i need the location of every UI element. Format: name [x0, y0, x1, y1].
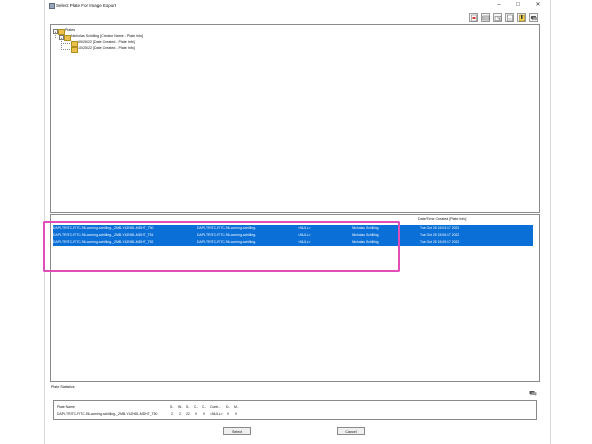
- stats-cell: 2: [179, 412, 181, 416]
- plate-icon[interactable]: [481, 13, 490, 22]
- plate-statistics-panel: Plate Name S.. W.. S.. C.. C.. Contr... …: [53, 400, 537, 420]
- tree-node-date[interactable]: 10/25/22 [Date Created - Plate Info]: [78, 46, 135, 51]
- tree-connector: [61, 42, 70, 44]
- stats-cell: DAPI-TRITC-FITC-96-corning-schilling-_ZM…: [57, 412, 158, 416]
- document-icon[interactable]: [505, 13, 514, 22]
- annotation-highlight-box: [43, 221, 400, 272]
- stats-header[interactable]: C..: [202, 405, 206, 409]
- cell-created: Tue Oct 25 15:03:17 2022: [420, 226, 460, 230]
- folder-icon: [71, 47, 78, 53]
- cell-created: Tue Oct 25 15:06:17 2022: [420, 233, 460, 237]
- minimize-button[interactable]: –: [492, 0, 506, 10]
- tree-connector: [55, 32, 56, 38]
- stats-header[interactable]: S..: [186, 405, 190, 409]
- stats-header[interactable]: Plate Name: [57, 405, 75, 409]
- tree-node-date[interactable]: 09/26/22 [Date Created - Plate Info]: [78, 40, 135, 45]
- tree-connector: [61, 48, 70, 50]
- export-icon[interactable]: [469, 13, 478, 22]
- tree-node-plates[interactable]: Plates: [65, 28, 75, 33]
- maximize-button[interactable]: ☐: [511, 0, 525, 10]
- stats-header[interactable]: W..: [178, 405, 183, 409]
- folder-icon: [58, 29, 65, 35]
- bookmark-icon[interactable]: [517, 13, 526, 22]
- chat-icon[interactable]: [529, 390, 537, 397]
- stats-cell: 0: [235, 412, 237, 416]
- select-button[interactable]: Select: [223, 427, 251, 435]
- stats-header[interactable]: Contr...: [210, 405, 221, 409]
- folder-icon: [64, 35, 71, 41]
- stats-cell: <NULL>: [210, 412, 223, 416]
- chat-icon[interactable]: [529, 13, 538, 22]
- stats-cell: 0: [227, 412, 229, 416]
- stats-header[interactable]: C..: [194, 405, 198, 409]
- close-button[interactable]: ✕: [531, 0, 545, 10]
- stats-cell: 0: [195, 412, 197, 416]
- window-title: Select Plate For Image Export: [56, 2, 117, 8]
- stats-cell: 0: [203, 412, 205, 416]
- plate-statistics-label: Plate Statistics: [51, 385, 75, 389]
- cancel-button[interactable]: Cancel: [337, 427, 365, 435]
- folder-open-icon[interactable]: [493, 13, 502, 22]
- tree-node-creator[interactable]: Nicholas Schilling [Creator Name - Plate…: [71, 34, 143, 39]
- stats-cell: 22: [186, 412, 190, 416]
- stats-header[interactable]: M..: [234, 405, 239, 409]
- title-bar[interactable]: Select Plate For Image Export – ☐ ✕: [45, 0, 550, 10]
- folder-icon: [71, 41, 78, 47]
- cell-created: Tue Oct 25 15:09:17 2022: [420, 240, 460, 244]
- column-header-date-created[interactable]: Date/Time Created [Plate Info]: [418, 217, 466, 221]
- app-icon: [49, 3, 55, 9]
- stats-header[interactable]: D..: [226, 405, 230, 409]
- stats-cell: 2: [171, 412, 173, 416]
- plate-tree-panel[interactable]: − Plates − Nicholas Schilling [Creator N…: [50, 24, 540, 213]
- stats-header[interactable]: S..: [170, 405, 174, 409]
